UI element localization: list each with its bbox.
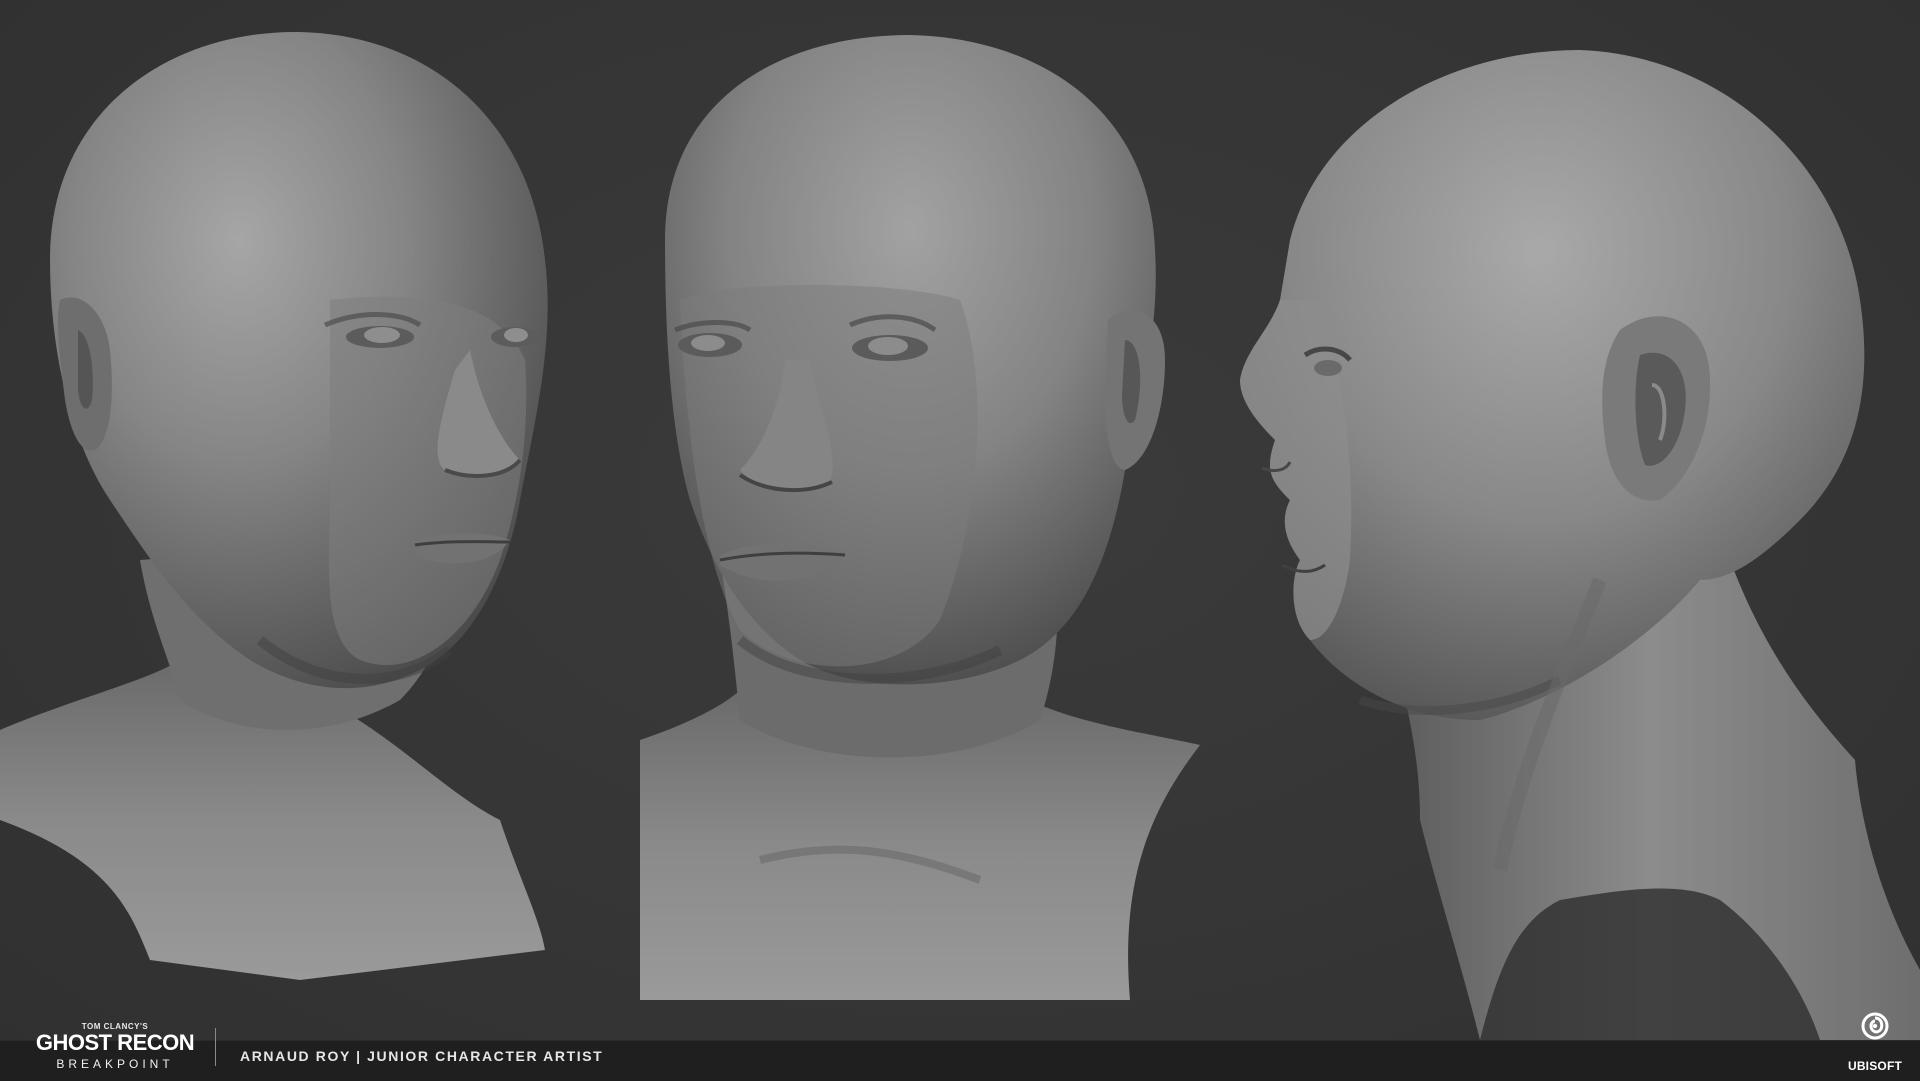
game-logo: TOM CLANCY'S GHOST RECON BREAKPOINT bbox=[30, 1022, 200, 1078]
sculpt-view-three-quarter-right bbox=[0, 31, 548, 980]
game-logo-title: GHOST RECON bbox=[35, 1030, 195, 1055]
publisher-logo-label: UBISOFT bbox=[1847, 1059, 1903, 1073]
sculpt-view-three-quarter-left bbox=[640, 35, 1200, 1000]
credit-divider bbox=[215, 1028, 216, 1066]
sculpt-render-scene bbox=[0, 31, 1920, 1040]
publisher-logo: UBISOFT bbox=[1845, 1012, 1905, 1078]
ubisoft-swirl-icon bbox=[1861, 1012, 1889, 1040]
artist-credit: ARNAUD ROY | JUNIOR CHARACTER ARTIST bbox=[240, 1048, 604, 1064]
render-canvas: TOM CLANCY'S GHOST RECON BREAKPOINT ARNA… bbox=[0, 0, 1920, 1081]
sculpt-view-profile-left bbox=[1240, 50, 1920, 1040]
game-logo-subtitle: BREAKPOINT bbox=[56, 1057, 174, 1071]
